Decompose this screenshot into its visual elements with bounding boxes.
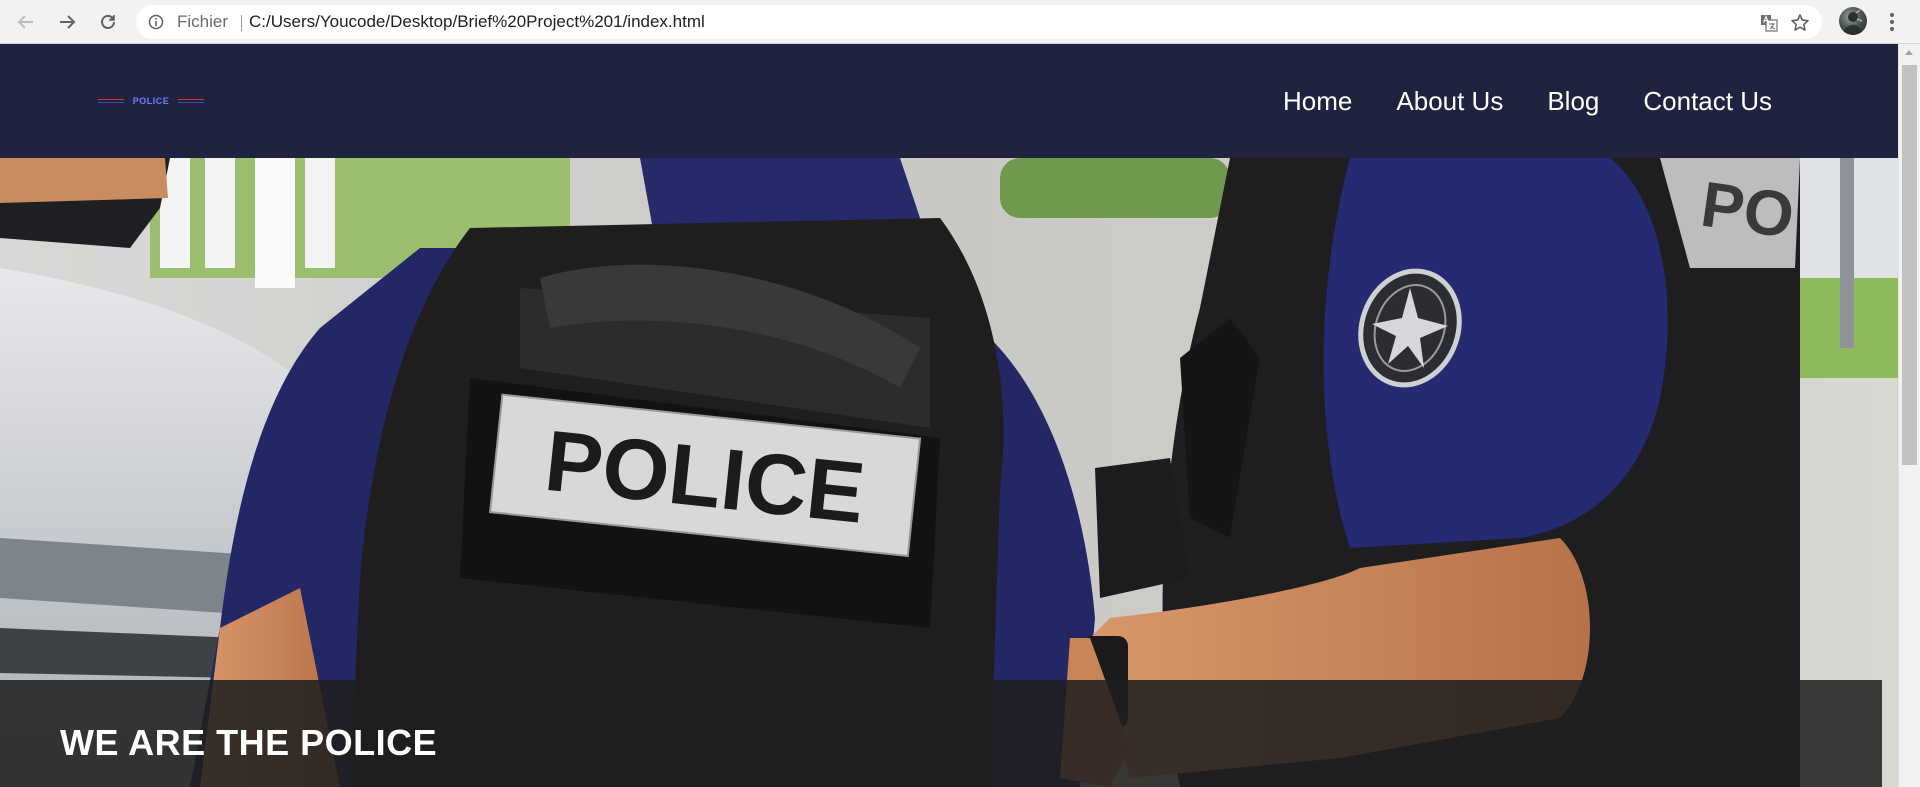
info-icon[interactable]	[148, 14, 164, 30]
page-viewport: POLICE Home About Us Blog Contact Us POL…	[0, 44, 1898, 787]
star-icon[interactable]	[1790, 13, 1810, 33]
nav-contact-us[interactable]: Contact Us	[1643, 86, 1772, 117]
scheme-label: Fichier	[177, 12, 229, 31]
officer-right-back-patch-text: PO	[1697, 168, 1799, 252]
scrollbar-thumb[interactable]	[1902, 65, 1917, 465]
logo-line-left-top	[98, 99, 124, 100]
forward-arrow-icon	[60, 15, 76, 29]
scheme-separator	[241, 15, 242, 31]
nav-home[interactable]: Home	[1283, 86, 1352, 117]
reload-button[interactable]	[95, 9, 121, 35]
browser-toolbar: Fichier C:/Users/Youcode/Desktop/Brief%2…	[0, 0, 1920, 44]
hero-title: WE ARE THE POLICE	[60, 722, 438, 763]
site-logo[interactable]: POLICE	[98, 94, 204, 108]
logo-line-left-bottom	[98, 102, 124, 103]
hero-caption-bar: WE ARE THE POLICE	[0, 680, 1882, 787]
person-silhouette-icon	[1843, 9, 1863, 35]
nav-blog[interactable]: Blog	[1547, 86, 1599, 117]
main-nav: Home About Us Blog Contact Us	[1239, 44, 1772, 158]
vertical-scrollbar[interactable]	[1898, 44, 1920, 787]
logo-line-right-top	[178, 99, 204, 100]
site-header: POLICE Home About Us Blog Contact Us	[0, 44, 1898, 158]
back-button[interactable]	[13, 9, 39, 35]
translate-icon[interactable]	[1760, 14, 1778, 32]
back-arrow-icon	[17, 15, 33, 29]
nav-about-us[interactable]: About Us	[1396, 86, 1503, 117]
background-shrub	[1000, 158, 1230, 218]
scroll-up-arrow-icon[interactable]	[1905, 50, 1913, 55]
forward-button[interactable]	[54, 9, 80, 35]
logo-text: POLICE	[132, 96, 170, 106]
profile-avatar[interactable]	[1839, 7, 1867, 35]
logo-line-right-bottom	[178, 102, 204, 103]
hero-banner: POLICE PO WE ARE THE POLICE	[0, 158, 1898, 787]
url-text[interactable]: C:/Users/Youcode/Desktop/Brief%20Project…	[249, 5, 705, 39]
more-menu-icon[interactable]	[1884, 10, 1900, 34]
address-bar[interactable]: Fichier C:/Users/Youcode/Desktop/Brief%2…	[136, 5, 1822, 39]
reload-icon	[101, 15, 115, 29]
